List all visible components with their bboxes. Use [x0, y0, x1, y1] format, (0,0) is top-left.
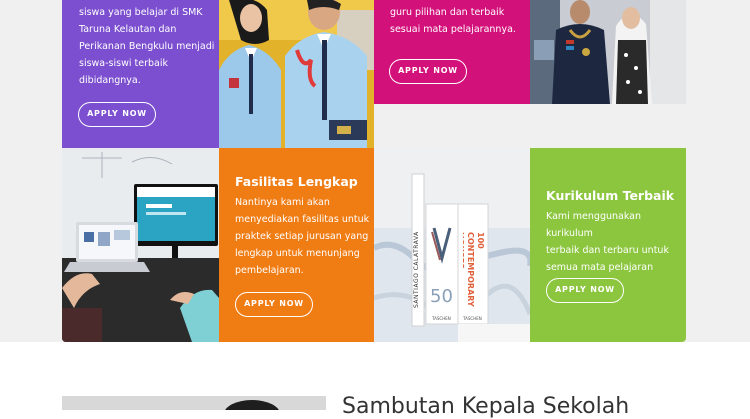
students-photo [219, 0, 374, 148]
kurikulum-text: Kami menggunakan kurikulum terbaik dan t… [546, 208, 686, 276]
book-50-text: 50 [430, 286, 453, 307]
officials-photo-image [530, 0, 686, 104]
kurikulum-line: Kami menggunakan kurikulum [546, 211, 642, 239]
principal-photo [62, 396, 326, 410]
apply-now-button-guru[interactable]: APPLY NOW [389, 59, 467, 84]
apply-now-button-kurikulum[interactable]: APPLY NOW [546, 278, 624, 303]
fasilitas-title: Fasilitas Lengkap [235, 174, 358, 189]
intro-line: dibidangnya. [79, 75, 141, 86]
kurikulum-line: terbaik dan terbaru untuk [546, 245, 669, 256]
guru-line: sesuai mata pelajarannya. [390, 24, 516, 35]
fasilitas-line: menyediakan fasilitas untuk [235, 214, 370, 225]
fasilitas-line: praktek setiap jurusan yang [235, 231, 369, 242]
apply-now-button-intro[interactable]: APPLY NOW [78, 102, 156, 127]
guru-text: guru pilihan dan terbaik sesuai mata pel… [390, 0, 516, 38]
apply-now-button-fasilitas[interactable]: APPLY NOW [235, 292, 313, 317]
students-photo-image [219, 0, 374, 148]
intro-line: siswa-siswi terbaik [79, 58, 168, 69]
book-100-text: 100 CONTEMPORARY HOUSES [463, 232, 485, 307]
intro-card: siswa yang belajar di SMK Taruna Kelauta… [62, 0, 219, 148]
fasilitas-line: pembelajaran. [235, 265, 304, 276]
book-spine-text: SANTIAGO CALATRAVA [413, 231, 420, 308]
fasilitas-card: Fasilitas Lengkap Nantinya kami akan men… [219, 148, 374, 342]
fasilitas-line: Nantinya kami akan [235, 197, 330, 208]
fasilitas-text: Nantinya kami akan menyediakan fasilitas… [235, 194, 369, 279]
kurikulum-title: Kurikulum Terbaik [546, 188, 675, 203]
laptop-photo-image [62, 148, 219, 342]
book-brand-1: TASCHEN [432, 316, 451, 321]
intro-line: Taruna Kelautan dan [79, 24, 177, 35]
intro-text: siswa yang belajar di SMK Taruna Kelauta… [79, 0, 214, 89]
intro-line: siswa yang belajar di SMK [79, 7, 203, 18]
guru-line: guru pilihan dan terbaik [390, 7, 505, 18]
intro-text-clipped [79, 0, 214, 4]
intro-line: Perikanan Bengkulu menjadi [79, 41, 215, 52]
officials-photo [530, 0, 686, 104]
laptop-photo [62, 148, 219, 342]
books-photo-image [374, 148, 530, 342]
principal-photo-image [62, 396, 326, 410]
kurikulum-card: Kurikulum Terbaik Kami menggunakan kurik… [530, 148, 686, 342]
welcome-title: Sambutan Kepala Sekolah [342, 394, 630, 419]
fasilitas-line: lengkap untuk menunjang [235, 248, 360, 259]
kurikulum-line: semua mata pelajaran [546, 262, 654, 273]
book-brand-2: TASCHEN [463, 316, 482, 321]
guru-card: guru pilihan dan terbaik sesuai mata pel… [374, 0, 530, 104]
books-photo: SANTIAGO CALATRAVA 50 100 CONTEMPORARY H… [374, 148, 530, 342]
